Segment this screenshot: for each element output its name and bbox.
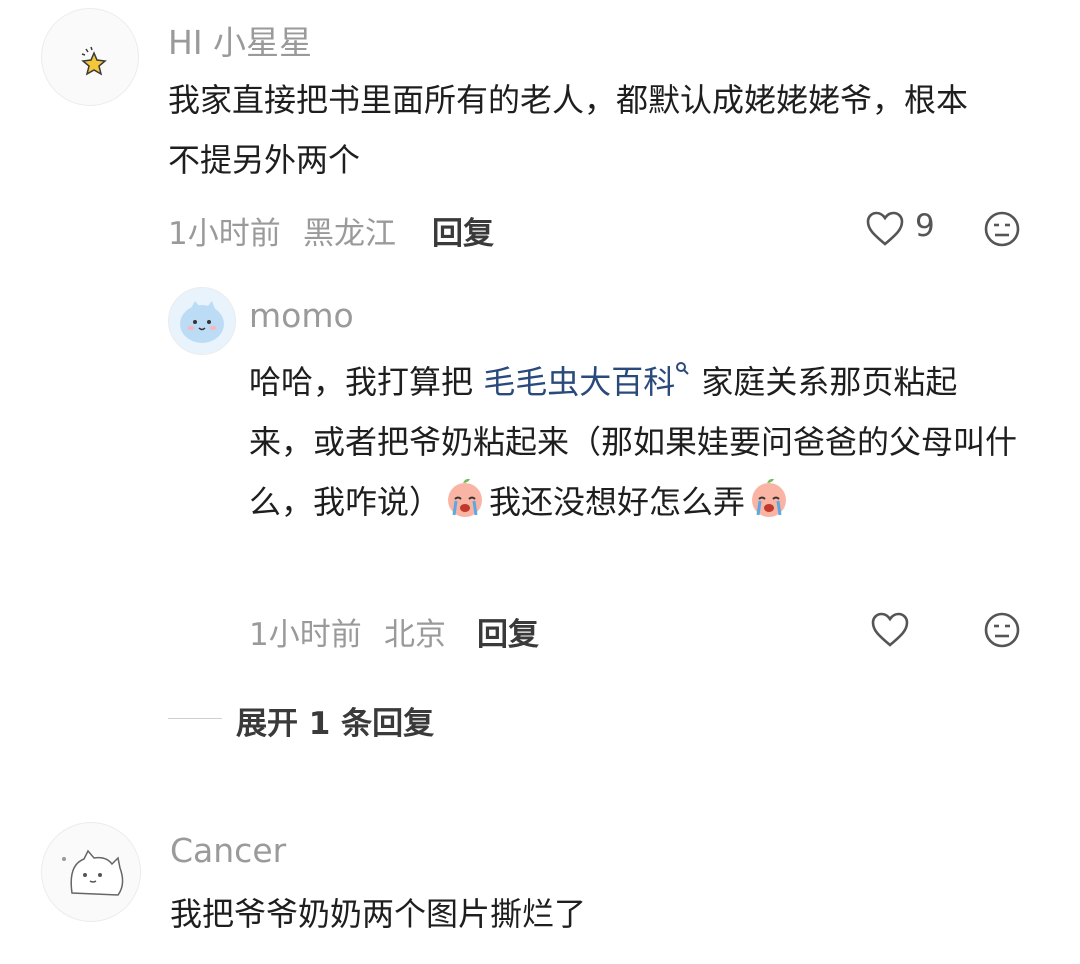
comment-username[interactable]: HI 小星星	[168, 16, 312, 64]
dislike-face-icon[interactable]	[983, 210, 1021, 248]
expand-replies-button[interactable]: 展开 1 条回复	[236, 698, 434, 743]
comment-location: 北京	[384, 617, 446, 653]
heart-icon[interactable]	[870, 611, 910, 649]
encyclopedia-link[interactable]: 毛毛虫大百科	[483, 363, 675, 401]
avatar[interactable]	[41, 822, 141, 922]
comment-text-prefix: 哈哈，我打算把	[249, 363, 484, 401]
comment-text: 我把爷爷奶奶两个图片撕烂了	[170, 895, 587, 933]
comment-username[interactable]: Cancer	[170, 831, 286, 870]
comment-time: 1小时前	[168, 216, 281, 252]
avatar[interactable]	[168, 287, 236, 355]
comment-text: 我家直接把书里面所有的老人，都默认成姥姥姥爷，根本不提另外两个	[168, 81, 969, 179]
expand-divider	[168, 718, 222, 719]
crying-peach-emoji	[448, 478, 483, 517]
avatar[interactable]	[41, 8, 139, 106]
comment-username[interactable]: momo	[249, 296, 354, 335]
comment-time: 1小时前	[249, 617, 362, 653]
reply-button[interactable]: 回复	[432, 208, 494, 253]
heart-icon[interactable]	[865, 210, 905, 248]
comment-location: 黑龙江	[303, 216, 396, 252]
star-icon	[81, 46, 107, 76]
blue-cat-icon	[180, 301, 224, 343]
reply-button[interactable]: 回复	[477, 609, 539, 654]
crying-peach-emoji	[752, 478, 787, 517]
search-icon	[676, 362, 689, 375]
dislike-face-icon[interactable]	[983, 611, 1021, 649]
comment-text: 哈哈，我打算把 毛毛虫大百科 家庭关系那页粘起来，或者把爷奶粘起来（那如果娃要问…	[249, 352, 1019, 532]
like-count: 9	[915, 208, 935, 244]
sketch-cat-icon	[62, 849, 124, 896]
comment-text-tail: 我还没想好怎么弄	[489, 483, 746, 521]
